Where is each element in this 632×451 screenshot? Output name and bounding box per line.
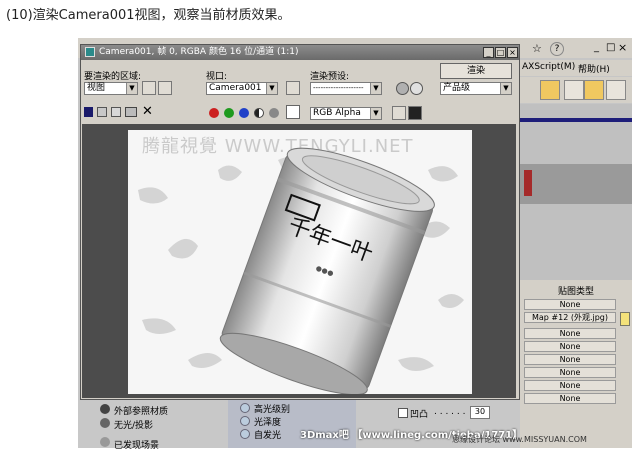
lock-viewport-icon[interactable] [286,81,300,95]
background-toolbar [520,77,632,103]
map-slot-button[interactable]: None [524,367,616,378]
bump-label: 凹凸 [410,410,429,420]
chevron-down-icon: ▼ [126,83,137,94]
viewport-select[interactable]: Camera001 ▼ [206,82,278,95]
chevron-down-icon: ▼ [500,83,511,94]
glossiness-label: 光泽度 [254,418,282,428]
menu-item-help[interactable]: 帮助(H) [578,62,610,75]
monochrome-toggle[interactable] [269,108,279,118]
minimize-button[interactable]: _ [483,47,494,58]
map-slot-button[interactable]: None [524,354,616,365]
render-button[interactable]: 渲染 [440,63,512,79]
chevron-down-icon: ▼ [370,83,381,94]
frame-window-title: Camera001, 帧 0, RGBA 颜色 16 位/通道 (1:1) [99,47,299,57]
toolbar-render-frame-icon[interactable] [564,80,584,100]
copy-icon[interactable] [97,107,107,117]
menu-item-maxscript[interactable]: AXScript(M) [522,62,575,72]
material-item-matte-shadow[interactable]: 无光/投影 [114,418,153,431]
map-slot-button[interactable]: None [524,328,616,339]
material-sphere-icon [100,404,110,414]
map-slot-button[interactable]: None [524,341,616,352]
channel-display-select[interactable]: RGB Alpha ▼ [310,107,382,120]
material-swatch [524,170,532,196]
render-preset-select[interactable]: -------------------- ▼ [310,82,382,95]
blue-channel-toggle[interactable] [239,108,249,118]
help-icon[interactable]: ? [550,42,564,56]
bump-amount-field[interactable]: 30 [470,406,490,419]
render-setup-icon[interactable] [396,82,409,95]
alpha-channel-toggle[interactable] [254,108,264,118]
environment-icon[interactable] [410,82,423,95]
map-slot-button[interactable]: Map #12 (外观.jpg) [524,312,616,323]
material-item-xref[interactable]: 外部参照材质 [114,404,168,417]
maximize-button[interactable]: □ [495,47,506,58]
glossiness-radio[interactable] [240,416,250,426]
bump-dots: . . . . . . [434,407,466,417]
chevron-down-icon: ▼ [370,108,381,119]
edit-region-icon[interactable] [142,81,156,95]
background-color-swatch[interactable] [286,105,300,119]
star-icon[interactable]: ☆ [532,42,542,55]
area-to-render-label: 要渲染的区域: [84,72,142,82]
self-illumination-radio[interactable] [240,429,250,439]
teapot-icon [85,47,95,57]
tea-canister: 千年一叶 ●●● [219,147,435,394]
self-illumination-label: 自发光 [254,431,282,441]
clear-icon[interactable]: ✕ [142,104,153,119]
bump-checkbox[interactable] [398,408,408,418]
area-to-render-select[interactable]: 视图 ▼ [84,82,138,95]
rendered-image: 腾龍視覺 WWW.TENGYLI.NET 千年一叶 ●●● [128,130,472,394]
lock-icon[interactable] [620,312,630,326]
material-sphere-icon [100,418,110,428]
specular-level-radio[interactable] [240,403,250,413]
material-sphere-icon [100,437,110,447]
production-select[interactable]: 产品级 ▼ [440,82,512,95]
clone-icon[interactable] [111,107,121,117]
viewport-label: 视口: [206,72,228,82]
frame-window-title-bar: Camera001, 帧 0, RGBA 颜色 16 位/通道 (1:1) _ … [81,45,519,60]
map-slot-button[interactable]: None [524,380,616,391]
print-icon[interactable] [125,107,137,117]
map-slot-button[interactable]: None [524,299,616,310]
app-close-icon[interactable]: × [618,41,627,54]
green-channel-toggle[interactable] [224,108,234,118]
app-restore-icon[interactable]: □ [606,42,615,53]
close-button[interactable]: × [507,47,518,58]
toggle-ui-overlay-icon[interactable] [408,106,422,120]
map-slot-button[interactable]: None [524,393,616,404]
display-alpha-icon[interactable] [392,106,406,120]
render-preset-label: 渲染预设: [310,72,350,82]
app-minimize-icon[interactable]: _ [594,42,599,53]
toolbar-render-setup-icon[interactable] [540,80,560,100]
toolbar-active-shade-icon[interactable] [606,80,626,100]
specular-level-label: 高光级别 [254,405,291,415]
map-type-header: 贴图类型 [524,284,628,298]
panel-divider [520,118,632,122]
panel-preview [520,164,632,204]
save-icon[interactable] [84,107,93,117]
red-channel-toggle[interactable] [209,108,219,118]
step-caption: (10)渲染Camera001视图，观察当前材质效果。 [6,8,291,23]
auto-region-icon[interactable] [158,81,172,95]
material-item-scene[interactable]: 已发现场景 [114,438,159,451]
background-menu-bar: AXScript(M) 帮助(H) [520,60,632,76]
toolbar-quick-render-icon[interactable] [584,80,604,100]
chevron-down-icon: ▼ [266,83,277,94]
site-watermark: 思缘设计论坛 www.MISSYUAN.COM [452,435,587,444]
